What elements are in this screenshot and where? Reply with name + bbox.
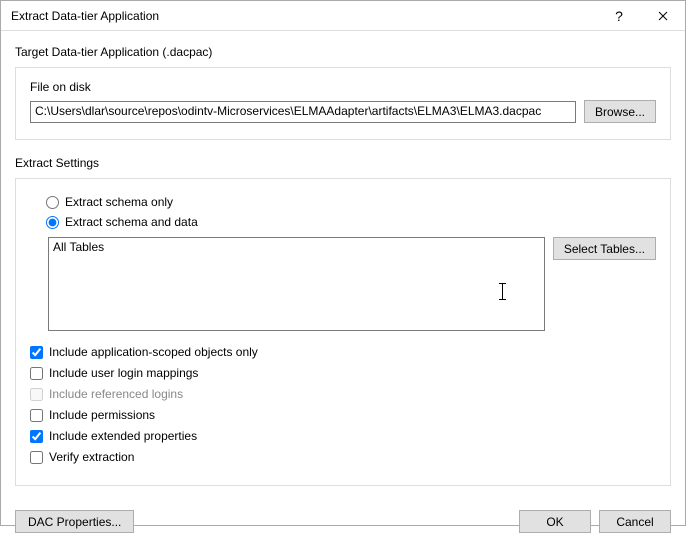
radio-schema-and-data[interactable]: Extract schema and data (46, 213, 656, 231)
dialog-title: Extract Data-tier Application (11, 9, 597, 23)
options-checks: Include application-scoped objects only … (30, 343, 656, 466)
dialog-body: Target Data-tier Application (.dacpac) F… (1, 31, 685, 510)
close-button[interactable] (641, 1, 685, 31)
check-ref-logins-label: Include referenced logins (49, 387, 183, 401)
radio-schema-only[interactable]: Extract schema only (46, 193, 656, 211)
radio-schema-only-input[interactable] (46, 196, 59, 209)
ok-button[interactable]: OK (519, 510, 591, 533)
file-on-disk-label: File on disk (30, 80, 656, 94)
target-group: File on disk C:\Users\dlar\source\repos\… (15, 67, 671, 140)
target-group-label: Target Data-tier Application (.dacpac) (15, 45, 671, 59)
browse-button[interactable]: Browse... (584, 100, 656, 123)
check-permissions[interactable]: Include permissions (30, 406, 656, 424)
check-verify-input[interactable] (30, 451, 43, 464)
tables-list[interactable]: All Tables (48, 237, 545, 331)
help-button[interactable]: ? (597, 1, 641, 31)
check-verify[interactable]: Verify extraction (30, 448, 656, 466)
cancel-button[interactable]: Cancel (599, 510, 671, 533)
file-path-input[interactable]: C:\Users\dlar\source\repos\odintv-Micros… (30, 101, 576, 123)
radio-schema-and-data-input[interactable] (46, 216, 59, 229)
dac-properties-button[interactable]: DAC Properties... (15, 510, 134, 533)
check-permissions-label: Include permissions (49, 408, 155, 422)
extract-mode-radios: Extract schema only Extract schema and d… (30, 193, 656, 231)
text-cursor-icon (502, 284, 503, 299)
check-permissions-input[interactable] (30, 409, 43, 422)
dialog-window: Extract Data-tier Application ? Target D… (0, 0, 686, 526)
tables-row: All Tables Select Tables... (48, 237, 656, 331)
select-tables-button[interactable]: Select Tables... (553, 237, 656, 260)
check-app-scoped-label: Include application-scoped objects only (49, 345, 258, 359)
check-app-scoped[interactable]: Include application-scoped objects only (30, 343, 656, 361)
check-extended[interactable]: Include extended properties (30, 427, 656, 445)
check-extended-label: Include extended properties (49, 429, 197, 443)
check-user-login-label: Include user login mappings (49, 366, 198, 380)
check-extended-input[interactable] (30, 430, 43, 443)
check-ref-logins-input (30, 388, 43, 401)
check-ref-logins[interactable]: Include referenced logins (30, 385, 656, 403)
check-app-scoped-input[interactable] (30, 346, 43, 359)
radio-schema-only-label: Extract schema only (65, 195, 173, 209)
settings-group-label: Extract Settings (15, 156, 671, 170)
close-icon (658, 11, 668, 21)
check-verify-label: Verify extraction (49, 450, 134, 464)
check-user-login[interactable]: Include user login mappings (30, 364, 656, 382)
dialog-footer: DAC Properties... OK Cancel (1, 510, 685, 545)
tables-item: All Tables (53, 240, 104, 254)
radio-schema-and-data-label: Extract schema and data (65, 215, 198, 229)
file-row: C:\Users\dlar\source\repos\odintv-Micros… (30, 100, 656, 123)
titlebar: Extract Data-tier Application ? (1, 1, 685, 31)
settings-group: Extract schema only Extract schema and d… (15, 178, 671, 486)
check-user-login-input[interactable] (30, 367, 43, 380)
